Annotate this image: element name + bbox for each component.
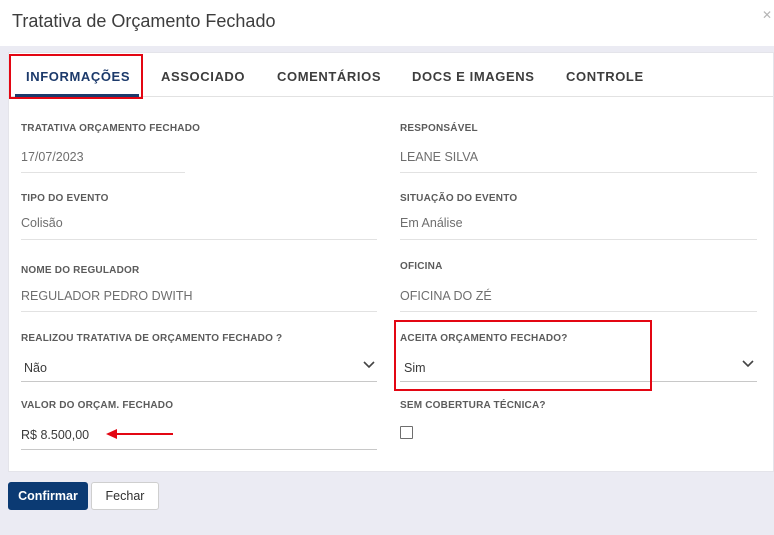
situacao-evento-label: SITUAÇÃO DO EVENTO [400, 193, 518, 204]
chevron-down-icon [742, 360, 754, 368]
nome-regulador-label: NOME DO REGULADOR [21, 265, 140, 276]
tratativa-label: TRATATIVA ORÇAMENTO FECHADO [21, 123, 201, 134]
oficina-field[interactable]: OFICINA DO ZÉ [400, 289, 492, 303]
realizou-tratativa-value: Não [24, 361, 47, 375]
situacao-evento-field[interactable]: Em Análise [400, 216, 463, 230]
valor-orcamento-underline [21, 449, 377, 450]
valor-orcamento-field[interactable]: R$ 8.500,00 [21, 428, 89, 442]
dialog-title: Tratativa de Orçamento Fechado [12, 11, 276, 31]
close-button[interactable]: Fechar [91, 482, 159, 510]
close-icon[interactable]: ✕ [762, 8, 772, 22]
responsavel-underline [400, 172, 757, 173]
responsavel-field[interactable]: LEANE SILVA [400, 150, 478, 164]
nome-regulador-field[interactable]: REGULADOR PEDRO DWITH [21, 289, 193, 303]
chevron-down-icon [363, 361, 375, 369]
realizou-tratativa-label: REALIZOU TRATATIVA DE ORÇAMENTO FECHADO … [21, 333, 283, 344]
sem-cobertura-label: SEM COBERTURA TÉCNICA? [400, 400, 546, 411]
tipo-evento-underline [21, 239, 377, 240]
highlight-box-tab [9, 54, 143, 99]
highlight-box-aceita [394, 320, 652, 391]
realizou-tratativa-underline [21, 381, 377, 382]
situacao-evento-underline [400, 239, 757, 240]
tipo-evento-label: TIPO DO EVENTO [21, 193, 109, 204]
responsavel-label: RESPONSÁVEL [400, 123, 478, 134]
oficina-underline [400, 311, 757, 312]
realizou-tratativa-select[interactable]: Não [21, 351, 377, 381]
tipo-evento-field[interactable]: Colisão [21, 216, 63, 230]
tab-docs-e-imagens[interactable]: DOCS E IMAGENS [412, 69, 535, 84]
tab-comentarios[interactable]: COMENTÁRIOS [277, 69, 381, 84]
oficina-label: OFICINA [400, 261, 443, 272]
valor-orcamento-label: VALOR DO ORÇAM. FECHADO [21, 400, 174, 411]
tratativa-date-field[interactable]: 17/07/2023 [21, 150, 84, 164]
dialog-header: Tratativa de Orçamento Fechado ✕ [0, 0, 774, 46]
red-arrow-annotation [106, 429, 173, 439]
dialog-card: INFORMAÇÕES ASSOCIADO COMENTÁRIOS DOCS E… [8, 52, 774, 472]
tab-controle[interactable]: CONTROLE [566, 69, 644, 84]
nome-regulador-underline [21, 311, 377, 312]
confirm-button[interactable]: Confirmar [8, 482, 88, 510]
tab-associado[interactable]: ASSOCIADO [161, 69, 245, 84]
sem-cobertura-checkbox[interactable] [400, 426, 413, 439]
tratativa-underline [21, 172, 185, 173]
